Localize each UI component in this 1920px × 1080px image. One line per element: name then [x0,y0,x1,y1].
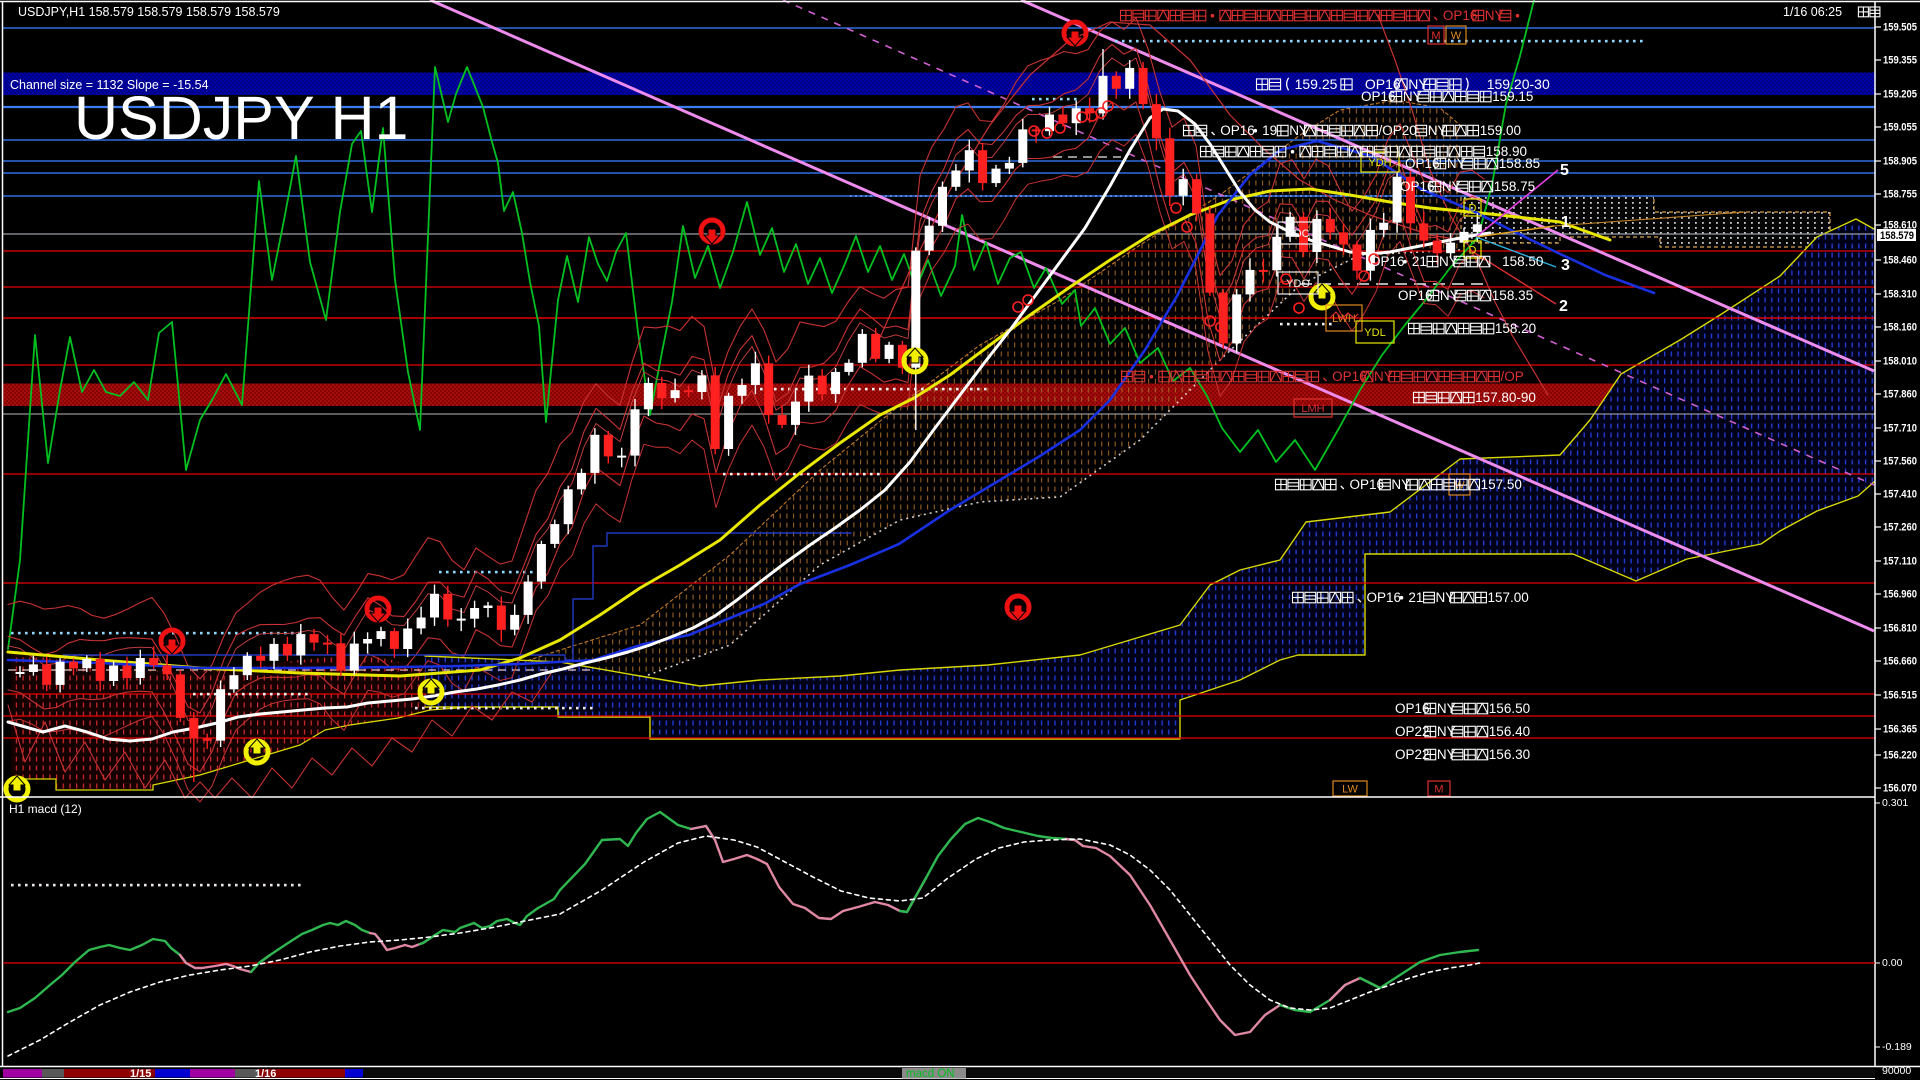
svg-text:NY: NY [1485,8,1504,23]
svg-text:156.365: 156.365 [1883,724,1917,736]
svg-text:158.35: 158.35 [1492,288,1533,303]
svg-text:OP16: OP16 [1367,590,1402,605]
svg-text:156.960: 156.960 [1883,589,1917,601]
svg-text:LWH: LWH [1332,313,1356,325]
svg-text:156.30: 156.30 [1489,747,1530,762]
svg-text:21: 21 [1412,254,1427,269]
svg-text:0.00: 0.00 [1882,957,1903,969]
svg-text:USDJPY,H1 158.579 158.579 158: USDJPY,H1 158.579 158.579 158.579 158.57… [18,5,280,19]
svg-text:OP16: OP16 [1443,8,1478,23]
svg-text:OP22: OP22 [1395,724,1430,739]
svg-text:D: D [1469,245,1477,257]
svg-text:157.00: 157.00 [1488,590,1529,605]
svg-text:NY: NY [1436,590,1455,605]
svg-text:2: 2 [1559,298,1568,315]
svg-text:156.070: 156.070 [1883,783,1917,795]
svg-text:H1 macd (12): H1 macd (12) [9,802,82,816]
svg-text:LW: LW [1342,784,1358,796]
svg-text:YDL: YDL [1364,327,1385,339]
svg-text:156.810: 156.810 [1883,623,1917,635]
svg-text:/OP20: /OP20 [1379,123,1417,138]
svg-text:19: 19 [1262,123,1277,138]
svg-text:21: 21 [1408,590,1423,605]
svg-text:LMH: LMH [1301,403,1324,415]
svg-text:157.560: 157.560 [1883,456,1917,468]
svg-text:158.75: 158.75 [1494,179,1535,194]
svg-text:NY: NY [1437,724,1456,739]
svg-text:-0.189: -0.189 [1882,1041,1912,1053]
svg-text:D: D [1469,203,1477,215]
svg-text:YDO: YDO [1286,278,1310,290]
svg-text:157.110: 157.110 [1883,556,1917,568]
svg-text:0.301: 0.301 [1882,797,1908,809]
svg-text:OP16: OP16 [1332,369,1367,384]
svg-text:OP16: OP16 [1370,254,1405,269]
svg-text:OP16: OP16 [1405,156,1440,171]
svg-text:NY: NY [1437,747,1456,762]
svg-text:NY: NY [1439,254,1458,269]
svg-text:157.860: 157.860 [1883,389,1917,401]
svg-text:OP16: OP16 [1395,701,1430,716]
svg-text:157.260: 157.260 [1883,522,1917,534]
svg-text:157.410: 157.410 [1883,489,1917,501]
svg-text:NY: NY [1442,179,1461,194]
svg-text:159.15: 159.15 [1492,89,1533,104]
svg-text:159.205: 159.205 [1883,89,1917,101]
svg-text:OP22: OP22 [1395,747,1430,762]
svg-text:1: 1 [1561,214,1570,231]
svg-text:156.50: 156.50 [1489,701,1530,716]
svg-text:158.50: 158.50 [1502,254,1543,269]
svg-text:1/15: 1/15 [130,1068,151,1080]
svg-text:5: 5 [1560,162,1569,179]
svg-text:NY: NY [1403,89,1422,104]
svg-text:159.505: 159.505 [1883,22,1917,34]
svg-text:OP16: OP16 [1398,288,1433,303]
svg-text:M: M [1431,30,1440,42]
svg-text:YDH: YDH [1368,157,1391,169]
svg-text:157.710: 157.710 [1883,423,1917,435]
svg-text:USDJPY H1: USDJPY H1 [74,84,409,152]
svg-text:Channel size = 1132 Slope = -1: Channel size = 1132 Slope = -15.54 [10,78,209,92]
svg-text:3: 3 [1561,257,1570,274]
svg-text:M: M [1434,784,1443,796]
svg-text:OP16: OP16 [1361,89,1396,104]
svg-text:OP16: OP16 [1400,179,1435,194]
svg-text:OP16: OP16 [1220,123,1255,138]
svg-text:156.660: 156.660 [1883,656,1917,668]
svg-text:159.055: 159.055 [1883,122,1917,134]
svg-text:NY: NY [1374,369,1393,384]
svg-text:1/16: 1/16 [255,1068,276,1080]
svg-text:158.85: 158.85 [1499,156,1540,171]
svg-text:158.579: 158.579 [1880,230,1914,242]
svg-text:NY: NY [1447,156,1466,171]
svg-text:158.905: 158.905 [1883,156,1917,168]
svg-text:158.310: 158.310 [1883,289,1917,301]
svg-text:159.25: 159.25 [1295,76,1338,92]
svg-text:W: W [1451,30,1462,42]
svg-text:156.220: 156.220 [1883,750,1917,762]
svg-text:NY: NY [1391,477,1410,492]
svg-text:159.00: 159.00 [1480,123,1521,138]
svg-text:158.160: 158.160 [1883,322,1917,334]
svg-text:/OP: /OP [1501,369,1524,384]
svg-text:158.010: 158.010 [1883,356,1917,368]
svg-text:156.40: 156.40 [1489,724,1530,739]
svg-text:NY: NY [1428,123,1447,138]
svg-text:NY: NY [1437,701,1456,716]
svg-text:158.460: 158.460 [1883,255,1917,267]
svg-text:158.20: 158.20 [1495,321,1536,336]
svg-text:OP16: OP16 [1350,477,1385,492]
svg-text:NY: NY [1440,288,1459,303]
svg-text:157.50: 157.50 [1481,477,1522,492]
svg-text:157.80-90: 157.80-90 [1475,390,1536,405]
svg-text:macd ON: macd ON [906,1068,955,1080]
svg-text:156.515: 156.515 [1883,690,1917,702]
svg-text:NY: NY [1289,123,1308,138]
svg-text:159.355: 159.355 [1883,55,1917,67]
svg-text:158.755: 158.755 [1883,189,1917,201]
svg-text:1/16 06:25: 1/16 06:25 [1783,5,1842,19]
svg-text:YDC: YDC [1286,228,1309,240]
